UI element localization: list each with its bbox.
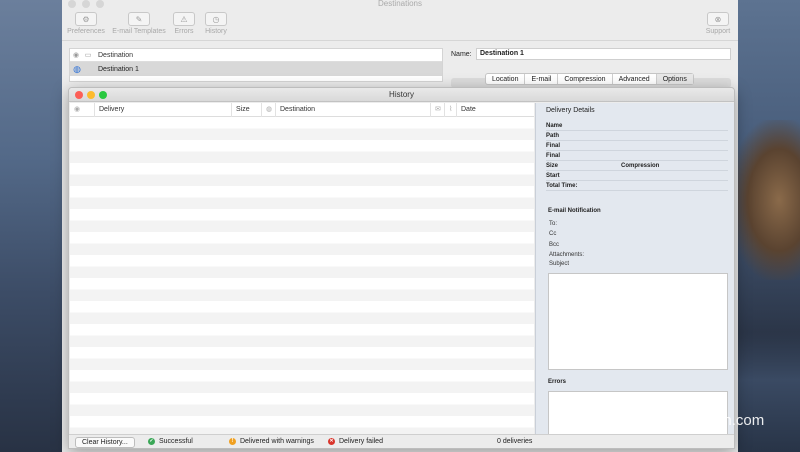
column-delivery[interactable]: Delivery	[94, 103, 231, 117]
email-subject-label: Subject	[549, 261, 570, 267]
email-templates-button[interactable]: ✎ E-mail Templates	[110, 12, 168, 35]
destination-column-label: Destination	[98, 51, 134, 59]
tab-email[interactable]: E-mail	[525, 74, 559, 84]
tab-location[interactable]: Location	[486, 74, 526, 84]
successful-label: Successful	[159, 438, 193, 445]
status-column-icon: ◉	[72, 52, 80, 59]
name-label: Name:	[451, 51, 472, 58]
legend-warnings: ! Delivered with warnings	[229, 438, 314, 445]
tab-advanced[interactable]: Advanced	[613, 74, 657, 84]
gear-icon: ⚙	[75, 12, 97, 26]
close-button[interactable]	[75, 91, 83, 99]
email-to-label: To:	[549, 221, 558, 227]
destination-row[interactable]: ◍ Destination 1	[70, 62, 442, 76]
legend-successful: ✓ Successful	[148, 438, 193, 445]
error-icon: ✕	[328, 438, 335, 445]
zoom-button[interactable]	[99, 91, 107, 99]
delivery-details-title: Delivery Details	[546, 107, 595, 114]
detail-row: Name	[546, 121, 728, 131]
toolbar: ⚙ Preferences ✎ E-mail Templates ⚠ Error…	[62, 10, 738, 38]
desktop-wallpaper-rock	[730, 120, 800, 280]
legend-failed: ✕ Delivery failed	[328, 438, 383, 445]
minimize-button[interactable]	[87, 91, 95, 99]
destination-name: Destination 1	[98, 65, 139, 73]
paperclip-column-icon[interactable]: ⌇	[444, 103, 456, 117]
destination-list-header[interactable]: ◉ ▭ Destination	[70, 49, 442, 62]
email-cc-label: Cc	[549, 231, 557, 237]
history-table[interactable]: ◉ Delivery Size ◍ Destination ✉ ⌇ Date	[70, 103, 534, 434]
envelope-column-icon[interactable]: ✉	[430, 103, 444, 117]
compression-label: Compression	[621, 163, 660, 169]
preferences-label: Preferences	[67, 28, 105, 35]
detail-row: Final	[546, 141, 728, 151]
globe-column-icon[interactable]: ◍	[261, 103, 275, 117]
delivery-details-panel: Delivery Details Name Path Final Final S…	[535, 103, 734, 441]
folder-icon: ▭	[84, 52, 92, 59]
desktop-wallpaper-left	[0, 0, 62, 452]
tab-options[interactable]: Options	[656, 74, 693, 84]
warnings-label: Delivered with warnings	[240, 438, 314, 445]
detail-row: Total Time:	[546, 181, 728, 191]
history-rows-empty[interactable]	[70, 117, 534, 434]
errors-label: Errors	[174, 28, 194, 35]
history-label: History	[205, 28, 227, 35]
tab-compression[interactable]: Compression	[558, 74, 613, 84]
status-column-icon[interactable]: ◉	[70, 103, 94, 117]
column-size[interactable]: Size	[231, 103, 261, 117]
errors-title: Errors	[548, 379, 567, 385]
pencil-icon: ✎	[128, 12, 150, 26]
history-table-header: ◉ Delivery Size ◍ Destination ✉ ⌇ Date	[70, 103, 534, 117]
history-title: History	[389, 90, 414, 99]
support-label: Support	[705, 28, 731, 35]
status-bar: Clear History... ✓ Successful ! Delivere…	[69, 434, 734, 448]
warning-icon: ⚠	[173, 12, 195, 26]
column-date[interactable]: Date	[456, 103, 528, 117]
history-titlebar: History	[69, 88, 734, 102]
errors-button[interactable]: ⚠ Errors	[170, 12, 198, 35]
lifebuoy-icon: ⊗	[707, 12, 729, 26]
delivery-details-grid: Name Path Final Final Size Compression St…	[546, 121, 728, 191]
email-body-box[interactable]	[548, 273, 728, 370]
window-title: Destinations	[377, 0, 423, 8]
globe-icon: ◍	[73, 63, 81, 74]
tab-bar: Location E-mail Compression Advanced Opt…	[485, 73, 694, 85]
failed-label: Delivery failed	[339, 438, 383, 445]
email-notification-title: E-mail Notification	[548, 208, 601, 214]
history-window: History ◉ Delivery Size ◍ Destination ✉ …	[68, 87, 735, 449]
detail-row: Final	[546, 151, 728, 161]
history-button[interactable]: ◷ History	[201, 12, 231, 35]
warning-icon: !	[229, 438, 236, 445]
desktop-wallpaper-shore	[735, 332, 800, 452]
email-bcc-label: Bcc	[549, 242, 560, 248]
email-attachments-label: Attachments:	[549, 252, 585, 258]
clock-icon: ◷	[205, 12, 227, 26]
email-templates-label: E-mail Templates	[112, 28, 166, 35]
destination-list[interactable]: ◉ ▭ Destination ◍ Destination 1	[69, 48, 443, 82]
preferences-button[interactable]: ⚙ Preferences	[66, 12, 106, 35]
column-destination[interactable]: Destination	[275, 103, 430, 117]
detail-row: Size Compression	[546, 161, 728, 171]
check-icon: ✓	[148, 438, 155, 445]
detail-row: Start	[546, 171, 728, 181]
clear-history-button[interactable]: Clear History...	[75, 437, 135, 448]
support-button[interactable]: ⊗ Support	[703, 12, 733, 35]
detail-row: Path	[546, 131, 728, 141]
watermark: Yuucn.com	[690, 412, 765, 429]
name-field[interactable]: Destination 1	[476, 48, 731, 60]
delivery-count: 0 deliveries	[497, 438, 533, 445]
